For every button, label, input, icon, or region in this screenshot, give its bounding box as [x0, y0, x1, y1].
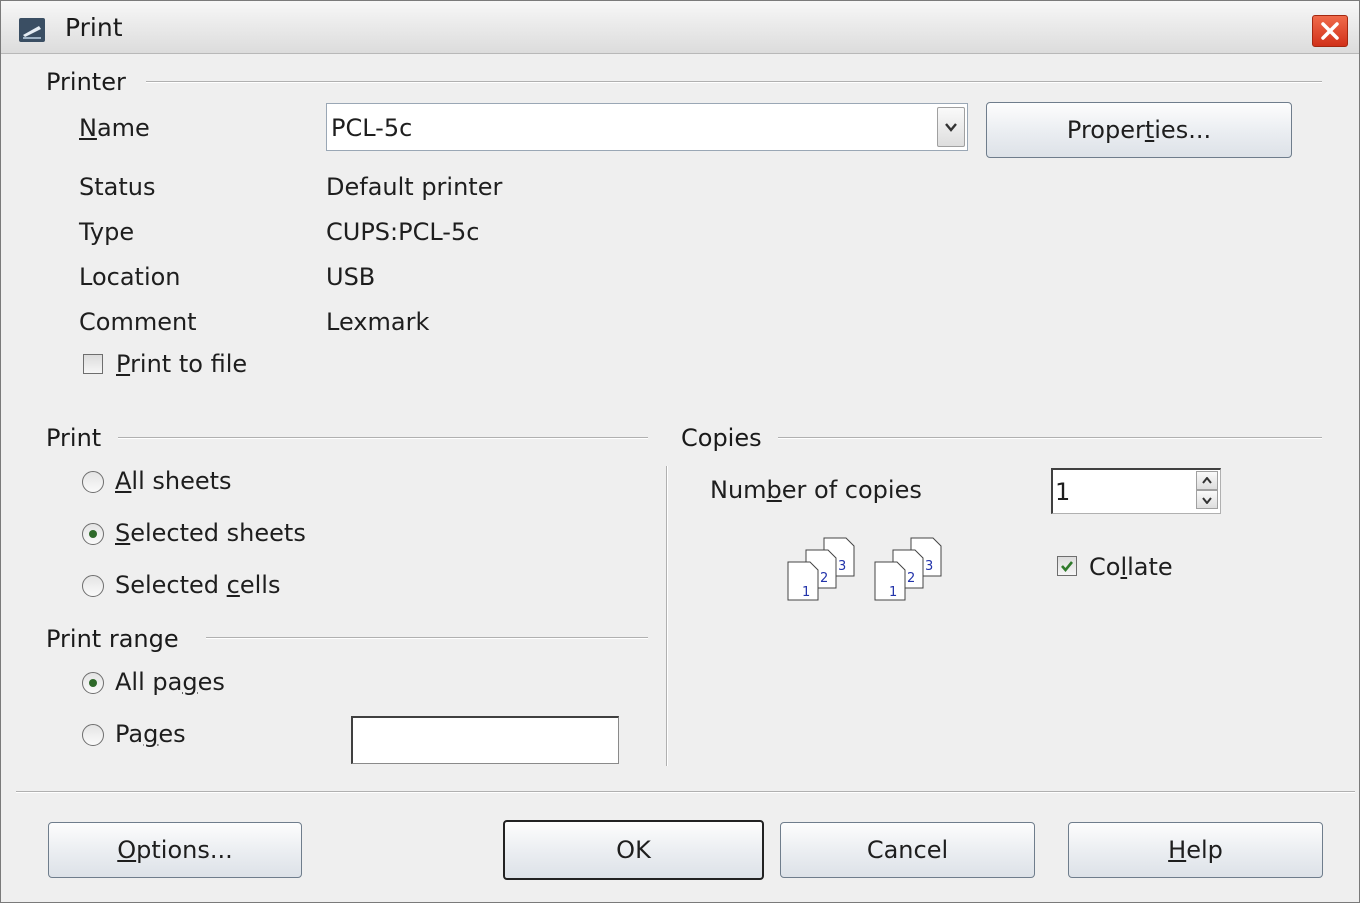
- copies-section-divider: [778, 437, 1322, 439]
- copies-spinbox[interactable]: 1: [1051, 468, 1221, 514]
- page-icon-number-3: 3: [925, 559, 933, 574]
- collate-label[interactable]: Collate: [1089, 553, 1173, 581]
- help-button[interactable]: Help: [1068, 822, 1323, 878]
- options-button[interactable]: Options...: [48, 822, 302, 878]
- page-icon-number-2: 2: [820, 571, 828, 586]
- collated-pages-icon-2: 3 2 1: [874, 537, 942, 601]
- number-of-copies-label: Number of copies: [710, 476, 922, 504]
- status-value: Default printer: [326, 173, 503, 201]
- page-icon-number-3: 3: [838, 559, 846, 574]
- selected-cells-radio[interactable]: [82, 575, 104, 597]
- button-row-divider: [16, 791, 1355, 793]
- chevron-down-icon: [1202, 497, 1212, 504]
- copies-value: 1: [1055, 478, 1071, 506]
- all-pages-radio[interactable]: [82, 672, 104, 694]
- all-pages-label[interactable]: All pages: [115, 668, 225, 696]
- ok-button[interactable]: OK: [503, 820, 764, 880]
- pages-label[interactable]: Pages: [115, 720, 186, 748]
- spin-down-button[interactable]: [1196, 490, 1218, 509]
- pages-input[interactable]: [351, 716, 619, 764]
- location-value: USB: [326, 263, 376, 291]
- type-value: CUPS:PCL-5c: [326, 218, 480, 246]
- status-label: Status: [79, 173, 156, 201]
- properties-button[interactable]: Properties...: [986, 102, 1292, 158]
- type-label: Type: [79, 218, 135, 246]
- collated-pages-icon: 3 2 1: [787, 537, 855, 601]
- section-vertical-divider: [666, 466, 668, 766]
- close-button[interactable]: [1312, 15, 1348, 47]
- printer-section-title: Printer: [46, 68, 126, 96]
- all-sheets-label[interactable]: All sheets: [115, 467, 232, 495]
- pages-radio[interactable]: [82, 724, 104, 746]
- spin-buttons: [1196, 471, 1218, 511]
- chevron-up-icon: [1202, 477, 1212, 484]
- collate-checkbox[interactable]: [1057, 556, 1077, 576]
- print-dialog: Print Printer Name PCL-5c Properties... …: [0, 0, 1360, 903]
- window-title: Print: [65, 13, 123, 42]
- name-label: Name: [79, 114, 150, 142]
- printer-section-divider: [146, 81, 1322, 83]
- comment-value: Lexmark: [326, 308, 430, 336]
- copies-section-title: Copies: [681, 424, 762, 452]
- printer-app-icon: [19, 18, 45, 42]
- chevron-down-icon: [945, 123, 957, 132]
- location-label: Location: [79, 263, 181, 291]
- all-sheets-radio[interactable]: [82, 471, 104, 493]
- close-icon: [1321, 22, 1339, 40]
- selected-sheets-radio[interactable]: [82, 523, 104, 545]
- printer-name-combobox[interactable]: PCL-5c: [326, 103, 968, 151]
- name-label-rest: ame: [96, 114, 150, 142]
- page-icon-number-1: 1: [802, 585, 810, 600]
- page-icon-number-2: 2: [907, 571, 915, 586]
- print-to-file-label[interactable]: Print to file: [116, 350, 247, 378]
- print-section-divider: [118, 437, 648, 439]
- print-section-title: Print: [46, 424, 102, 452]
- combo-dropdown-button[interactable]: [937, 107, 965, 147]
- spin-up-button[interactable]: [1196, 471, 1218, 490]
- selected-sheets-label[interactable]: Selected sheets: [115, 519, 306, 547]
- selected-cells-label[interactable]: Selected cells: [115, 571, 280, 599]
- comment-label: Comment: [79, 308, 197, 336]
- page-icon-number-1: 1: [889, 585, 897, 600]
- checkmark-icon: [1061, 561, 1074, 573]
- cancel-button[interactable]: Cancel: [780, 822, 1035, 878]
- title-bar: Print: [1, 1, 1359, 54]
- printer-name-value: PCL-5c: [331, 114, 413, 142]
- print-range-section-title: Print range: [46, 625, 179, 653]
- print-to-file-checkbox[interactable]: [83, 354, 103, 374]
- print-range-divider: [206, 637, 648, 639]
